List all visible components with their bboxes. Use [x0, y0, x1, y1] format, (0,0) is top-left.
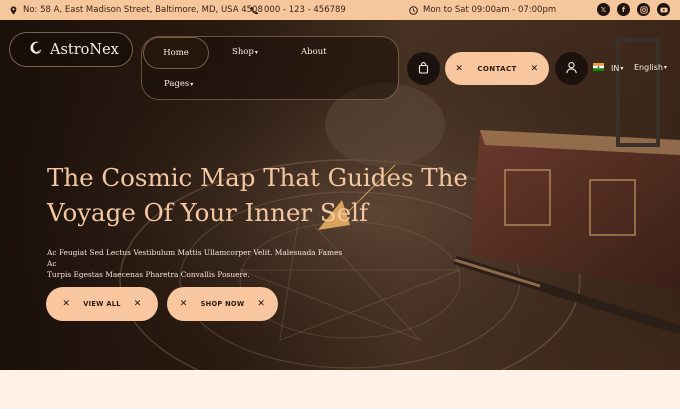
- nav-shop-label: Shop: [232, 47, 254, 57]
- address-info: No: 58 A, East Madison Street, Baltimore…: [9, 0, 263, 20]
- view-all-label: VIEW ALL: [83, 300, 121, 308]
- location-pin-icon: [9, 5, 18, 15]
- next-section: [0, 370, 680, 409]
- x-icon[interactable]: 𝕏: [597, 3, 610, 16]
- facebook-icon[interactable]: f: [617, 3, 630, 16]
- hero-title-line-2: Voyage Of Your Inner Self: [47, 198, 369, 227]
- chevron-down-icon: ▾: [190, 81, 194, 88]
- nav-pages-label: Pages: [164, 79, 190, 89]
- language-label: English: [634, 63, 663, 72]
- sparkle-icon: ✕: [179, 299, 188, 309]
- phone-info[interactable]: 000 - 123 - 456789: [250, 0, 346, 20]
- moon-logo-icon: [28, 40, 44, 60]
- shop-now-button[interactable]: ✕ SHOP NOW ✕: [167, 287, 278, 321]
- hours-text: Mon to Sat 09:00am - 07:00pm: [423, 5, 557, 15]
- phone-text[interactable]: 000 - 123 - 456789: [264, 5, 346, 15]
- instagram-icon[interactable]: [637, 3, 650, 16]
- shopping-bag-icon: [418, 59, 429, 78]
- india-flag-icon: [593, 63, 604, 73]
- nav-home-label: Home: [163, 48, 189, 58]
- nav-shop[interactable]: Shop▾: [232, 47, 258, 57]
- sparkle-icon: ✕: [257, 299, 266, 309]
- shop-now-label: SHOP NOW: [200, 300, 245, 308]
- phone-icon: [250, 6, 259, 15]
- hero-title-line-1: The Cosmic Map That Guides The: [47, 163, 468, 192]
- user-icon: [565, 59, 578, 78]
- country-code: IN: [611, 63, 620, 73]
- hero-title: The Cosmic Map That Guides The Voyage Of…: [47, 160, 477, 230]
- view-all-button[interactable]: ✕ VIEW ALL ✕: [46, 287, 158, 321]
- logo[interactable]: AstroNex: [9, 32, 133, 67]
- contact-button[interactable]: ✕ CONTACT ✕: [445, 52, 549, 85]
- account-button[interactable]: [555, 52, 588, 85]
- hours-info: Mon to Sat 09:00am - 07:00pm: [409, 0, 556, 20]
- cart-button[interactable]: [407, 52, 440, 85]
- social-links: 𝕏 f: [597, 3, 670, 16]
- chevron-down-icon: ▾: [620, 64, 624, 72]
- chevron-down-icon: ▾: [663, 64, 667, 71]
- brand-name: AstroNex: [50, 41, 119, 58]
- chevron-down-icon: ▾: [254, 49, 258, 56]
- country-selector[interactable]: IN ▾: [593, 63, 623, 73]
- nav-home[interactable]: Home: [143, 37, 209, 69]
- hero-subtitle: Ac Feugiat Sed Lectus Vestibulum Mattis …: [47, 247, 347, 280]
- nav-pages[interactable]: Pages▾: [164, 79, 193, 89]
- nav-about[interactable]: About: [301, 47, 327, 57]
- contact-label: CONTACT: [477, 64, 517, 73]
- sparkle-icon: ✕: [133, 299, 142, 309]
- hero-subtitle-line-2: Turpis Egestas Maecenas Pharetra Convall…: [47, 270, 250, 279]
- sparkle-icon: ✕: [62, 299, 71, 309]
- nav-about-label: About: [301, 47, 327, 57]
- hero-subtitle-line-1: Ac Feugiat Sed Lectus Vestibulum Mattis …: [47, 248, 343, 268]
- address-text: No: 58 A, East Madison Street, Baltimore…: [23, 5, 263, 15]
- top-info-bar: No: 58 A, East Madison Street, Baltimore…: [0, 0, 680, 20]
- youtube-icon[interactable]: [657, 3, 670, 16]
- language-selector[interactable]: English ▾: [634, 63, 667, 72]
- sparkle-icon: ✕: [455, 63, 464, 74]
- clock-icon: [409, 5, 418, 15]
- sparkle-icon: ✕: [530, 63, 539, 74]
